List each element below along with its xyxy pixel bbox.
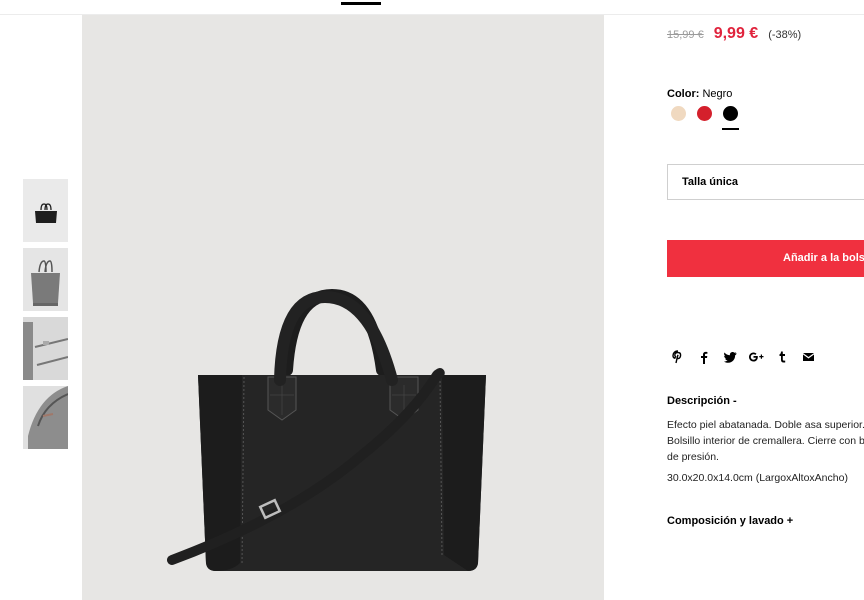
nav-active-indicator [341, 2, 381, 5]
discount-badge: (-38%) [768, 29, 802, 41]
share-bar [669, 349, 825, 365]
color-label: Color: Negro [667, 88, 732, 100]
facebook-icon[interactable] [695, 349, 713, 365]
current-price: 9,99 € [713, 25, 759, 42]
thumbnail-gallery [23, 179, 68, 455]
color-label-title: Color: [667, 88, 700, 100]
color-swatch-black[interactable] [722, 106, 739, 130]
size-select[interactable]: Talla única [667, 164, 864, 200]
description-title[interactable]: Descripción - [667, 395, 737, 407]
product-dimensions: 30.0x20.0x14.0cm (LargoxAltoxAncho) [667, 472, 848, 484]
color-swatch-red[interactable] [697, 106, 712, 121]
old-price: 15,99 € [667, 29, 704, 41]
thumbnail-4[interactable] [23, 386, 68, 449]
add-to-bag-button[interactable]: Añadir a la bolsa [667, 240, 864, 277]
thumbnail-2[interactable] [23, 248, 68, 311]
color-swatches [671, 106, 749, 130]
twitter-icon[interactable] [721, 349, 739, 365]
price-row: 15,99 € 9,99 € (-38%) [667, 25, 801, 43]
tumblr-icon[interactable] [773, 349, 791, 365]
thumbnail-3[interactable] [23, 317, 68, 380]
description-text: Efecto piel abatanada. Doble asa superio… [667, 419, 864, 463]
selected-color-name: Negro [702, 88, 733, 100]
color-swatch-beige[interactable] [671, 106, 686, 121]
pinterest-icon[interactable] [669, 349, 687, 365]
composition-toggle[interactable]: Composición y lavado + [667, 515, 793, 527]
product-main-image [82, 15, 604, 600]
google-plus-icon[interactable] [747, 349, 765, 365]
email-icon[interactable] [799, 349, 817, 365]
thumbnail-1[interactable] [23, 179, 68, 242]
